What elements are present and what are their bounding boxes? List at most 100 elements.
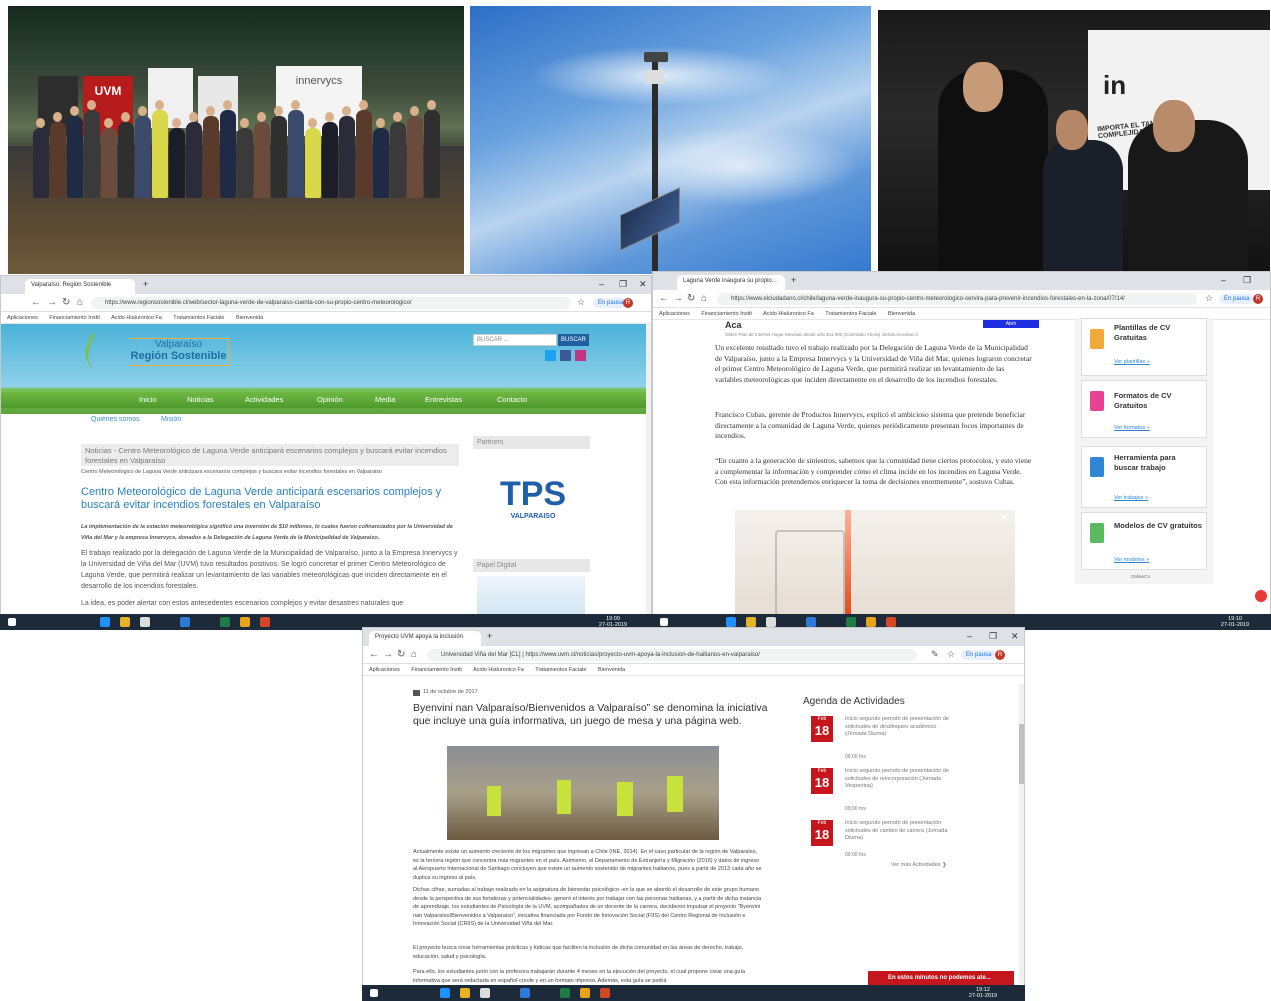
home-icon[interactable]: ⌂ <box>701 293 707 304</box>
ad-open-button[interactable]: Abrir <box>983 320 1039 328</box>
powerpoint-icon[interactable] <box>886 617 896 627</box>
scrollbar[interactable] <box>1019 684 1024 984</box>
reload-icon[interactable]: ↻ <box>62 297 70 308</box>
menu-noticias[interactable]: Noticias <box>187 392 214 408</box>
sync-paused-badge[interactable]: En pausa <box>961 650 997 660</box>
bookmark-item[interactable]: Tratamientos Faciale <box>535 667 586 673</box>
chrome-icon[interactable] <box>580 988 590 998</box>
video-ad[interactable]: ✕ <box>735 510 1015 614</box>
maximize-icon[interactable]: ❐ <box>1243 275 1251 286</box>
ad-banner[interactable]: Aca Obtén Plan de Internet Hogar Movista… <box>715 320 1045 342</box>
taskbar-clock[interactable]: 19:12 27-01-2019 <box>966 987 1000 999</box>
url-input[interactable]: https://www.elciudadano.cl/chile/laguna-… <box>717 293 1197 305</box>
new-tab-icon[interactable]: + <box>791 275 796 285</box>
twitter-icon[interactable] <box>545 350 556 361</box>
forward-icon[interactable]: → <box>47 297 57 308</box>
word-icon[interactable] <box>180 617 190 627</box>
menu-entrevistas[interactable]: Entrevistas <box>425 392 462 408</box>
submenu-quienes[interactable]: Quiénes somos <box>91 416 140 423</box>
explorer-icon[interactable] <box>460 988 470 998</box>
bookmark-item[interactable]: Acido Hialuronico Fa <box>473 667 524 673</box>
bookmark-item[interactable]: Bienvenida <box>598 667 625 673</box>
instagram-icon[interactable] <box>575 350 586 361</box>
chrome-icon[interactable] <box>240 617 250 627</box>
bookmark-item[interactable]: Financiamiento Instit <box>411 667 461 673</box>
site-logo[interactable]: Valparaíso Región Sostenible <box>129 338 229 366</box>
minimize-icon[interactable]: – <box>1221 275 1226 285</box>
excel-icon[interactable] <box>220 617 230 627</box>
cv-card-link[interactable]: Ver trabajos » <box>1114 495 1148 501</box>
store-icon[interactable] <box>140 617 150 627</box>
menu-opinion[interactable]: Opinión <box>317 392 343 408</box>
papel-digital-thumbnail[interactable] <box>477 576 585 614</box>
cv-card-link[interactable]: Ver modelos » <box>1114 557 1149 563</box>
agenda-event[interactable]: Feb 18 Inicio segundo período de presenta… <box>811 716 971 760</box>
home-icon[interactable]: ⌂ <box>77 297 83 308</box>
scrollbar-thumb[interactable] <box>1019 724 1024 784</box>
notification-icon[interactable] <box>1255 590 1267 602</box>
powerpoint-icon[interactable] <box>260 617 270 627</box>
tab-elciudadano[interactable]: Laguna Verde inaugura su propio... <box>677 275 785 290</box>
agenda-event[interactable]: Feb 18 Inicio segundo período de presenta… <box>811 768 971 812</box>
facebook-icon[interactable] <box>560 350 571 361</box>
windows-start-icon[interactable] <box>370 989 378 997</box>
extension-icon[interactable]: ✎ <box>931 649 939 660</box>
search-input[interactable]: BUSCAR ... <box>473 334 557 346</box>
chrome-icon[interactable] <box>866 617 876 627</box>
url-input[interactable]: https://www.regionsostenible.cl/web/sect… <box>91 297 571 309</box>
word-icon[interactable] <box>806 617 816 627</box>
search-button[interactable]: BUSCAR <box>558 334 589 346</box>
forward-icon[interactable]: → <box>673 293 683 304</box>
edge-icon[interactable] <box>726 617 736 627</box>
tab-uvm[interactable]: Proyecto UVM apoya la inclusión <box>369 631 481 646</box>
menu-contacto[interactable]: Contacto <box>497 392 527 408</box>
bookmark-item[interactable]: Aplicaciones <box>369 667 400 673</box>
bookmark-item[interactable]: Financiamiento Instit <box>49 315 99 321</box>
profile-avatar[interactable]: R <box>1253 294 1263 304</box>
back-icon[interactable]: ← <box>659 293 669 304</box>
reload-icon[interactable]: ↻ <box>687 293 695 304</box>
home-icon[interactable]: ⌂ <box>411 649 417 660</box>
bookmark-item[interactable]: Bienvenida <box>888 311 915 317</box>
agenda-event[interactable]: Feb 18 Inicio segundo período de presenta… <box>811 820 971 864</box>
bookmark-item[interactable]: Acido Hialuronico Fa <box>763 311 814 317</box>
more-activities-link[interactable]: Ver más Actividades ❯ <box>891 862 947 868</box>
excel-icon[interactable] <box>846 617 856 627</box>
minimize-icon[interactable]: – <box>967 631 972 641</box>
cv-card[interactable]: Herramienta para buscar trabajo Ver trab… <box>1081 446 1207 508</box>
article-headline[interactable]: Centro Meteorológico de Laguna Verde ant… <box>81 486 459 512</box>
tab-regionsostenible[interactable]: Valparaíso: Región Sostenible <box>25 279 135 294</box>
store-icon[interactable] <box>766 617 776 627</box>
bookmark-item[interactable]: Tratamientos Faciale <box>825 311 876 317</box>
forward-icon[interactable]: → <box>383 649 393 660</box>
windows-start-icon[interactable] <box>8 618 16 626</box>
submenu-mision[interactable]: Misión <box>161 416 181 423</box>
sync-paused-badge[interactable]: En pausa <box>1219 294 1255 304</box>
url-input[interactable]: Universidad Viña del Mar [CL] | https://… <box>427 649 917 661</box>
star-icon[interactable]: ☆ <box>577 297 585 308</box>
cv-card[interactable]: Plantillas de CV Gratuitas Ver plantilla… <box>1081 318 1207 376</box>
store-icon[interactable] <box>480 988 490 998</box>
maximize-icon[interactable]: ❐ <box>989 631 997 642</box>
windows-start-icon[interactable] <box>660 618 668 626</box>
new-tab-icon[interactable]: + <box>143 279 148 289</box>
maximize-icon[interactable]: ❐ <box>619 279 627 290</box>
cv-card[interactable]: Formatos de CV Gratuitos Ver formatos » <box>1081 380 1207 438</box>
powerpoint-icon[interactable] <box>600 988 610 998</box>
taskbar-clock[interactable]: 19:10 27-01-2019 <box>1218 616 1252 628</box>
close-icon[interactable]: ✕ <box>1011 631 1019 642</box>
minimize-icon[interactable]: – <box>599 279 604 289</box>
cv-card[interactable]: Modelos de CV gratuitos Ver modelos » <box>1081 512 1207 570</box>
back-icon[interactable]: ← <box>369 649 379 660</box>
close-icon[interactable]: ✕ <box>639 279 647 290</box>
video-close-icon[interactable]: ✕ <box>1000 512 1008 523</box>
cv-card-link[interactable]: Ver plantillas » <box>1114 359 1150 365</box>
reload-icon[interactable]: ↻ <box>397 649 405 660</box>
profile-avatar[interactable]: R <box>995 650 1005 660</box>
word-icon[interactable] <box>520 988 530 998</box>
bookmark-item[interactable]: Acido Hialuronico Fa <box>111 315 162 321</box>
excel-icon[interactable] <box>560 988 570 998</box>
chat-widget[interactable]: En estos minutos no podemos ate... <box>868 971 1014 986</box>
explorer-icon[interactable] <box>120 617 130 627</box>
bookmark-item[interactable]: Financiamiento Instit <box>701 311 751 317</box>
